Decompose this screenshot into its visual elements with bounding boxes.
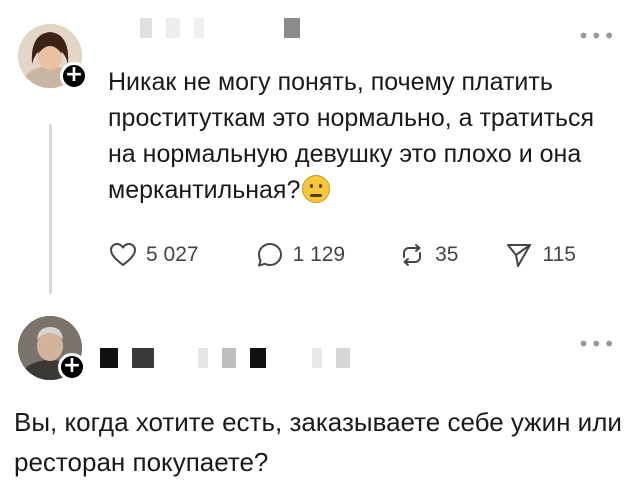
share-count: 115 — [542, 243, 576, 266]
repost-count: 35 — [435, 243, 459, 266]
like-button[interactable]: 5 027 — [108, 240, 199, 270]
post-text: Вы, когда хотите есть, заказываете себе … — [14, 407, 622, 477]
post-actions: 5 027 1 129 35 115 — [108, 240, 576, 270]
thread-line — [49, 124, 52, 294]
send-icon — [507, 244, 532, 267]
post-text: Никак не могу понять, почему платить про… — [108, 64, 618, 208]
repost-icon — [403, 244, 422, 266]
reply-count: 1 129 — [292, 243, 346, 266]
share-button[interactable]: 115 — [504, 240, 576, 270]
post: + ••• Вы, когда хотите есть, заказываете… — [0, 300, 640, 500]
repost-button[interactable]: 35 — [397, 240, 458, 270]
heart-icon — [110, 243, 136, 266]
post-text-content: Никак не могу понять, почему платить про… — [108, 68, 595, 204]
follow-plus-icon[interactable]: + — [58, 353, 86, 381]
more-options-icon[interactable]: ••• — [578, 24, 616, 48]
like-count: 5 027 — [146, 243, 199, 266]
reply-button[interactable]: 1 129 — [255, 240, 346, 270]
comment-icon — [257, 243, 282, 267]
post: + ••• Никак не могу понять, почему плати… — [0, 0, 640, 300]
username-redacted — [140, 18, 300, 38]
more-options-icon[interactable]: ••• — [578, 332, 616, 356]
follow-plus-icon[interactable]: + — [60, 62, 88, 90]
username-redacted — [100, 348, 350, 368]
thinking-face-emoji-icon — [302, 175, 331, 203]
